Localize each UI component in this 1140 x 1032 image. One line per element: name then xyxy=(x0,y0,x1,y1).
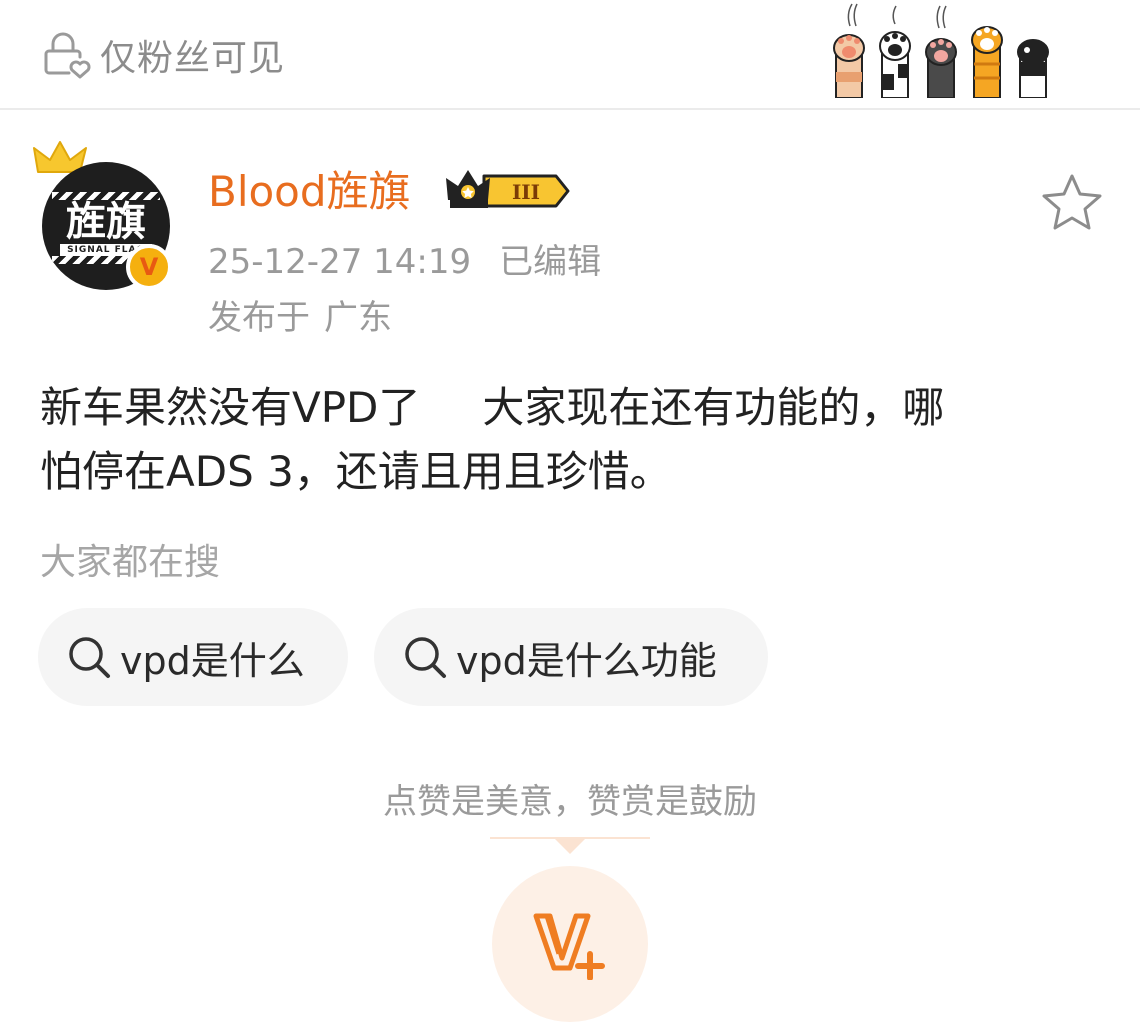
search-chip[interactable]: vpd是什么功能 xyxy=(374,608,768,706)
edited-label[interactable]: 已编辑 xyxy=(499,240,601,284)
author-name[interactable]: Blood旌旗 xyxy=(208,164,411,220)
post-text-part: 怕停在ADS 3，还请且用且珍惜。 xyxy=(40,447,672,496)
post-body: 新车果然没有VPD了 大家现在还有功能的，哪 怕停在ADS 3，还请且用且珍惜。 xyxy=(40,376,1106,504)
visibility-label: 仅粉丝可见 xyxy=(100,38,286,79)
member-level-badge[interactable]: III xyxy=(444,166,572,216)
visibility-indicator: 仅粉丝可见 xyxy=(42,30,285,80)
verified-badge: V xyxy=(126,244,172,290)
weibo-post-page: 仅粉丝可见 旌旗 SIGNAL FLAG V Blood旌旗 III 25-12… xyxy=(0,0,1140,1032)
reward-button[interactable] xyxy=(492,866,648,1022)
avatar-text: 旌旗 xyxy=(66,198,146,245)
search-icon xyxy=(69,637,110,678)
cat-paws-decoration xyxy=(833,3,1049,98)
v-plus-icon xyxy=(533,913,605,980)
post-text-part: 新车果然没有VPD了 xyxy=(40,383,421,432)
location-prefix: 发布于 xyxy=(208,298,310,338)
member-level-text: III xyxy=(512,180,540,204)
search-chip-label: vpd是什么功能 xyxy=(456,638,717,683)
search-chip[interactable]: vpd是什么 xyxy=(38,608,348,706)
reward-pointer xyxy=(490,837,650,854)
search-suggest-title: 大家都在搜 xyxy=(40,542,221,583)
verified-mark: V xyxy=(139,253,159,281)
lock-heart-icon xyxy=(44,32,91,79)
favorite-star-icon[interactable] xyxy=(1040,172,1104,232)
search-chip-label: vpd是什么 xyxy=(120,638,305,683)
visibility-bar: 仅粉丝可见 xyxy=(0,0,1140,110)
post-meta: 25-12-27 14:19 已编辑 xyxy=(208,240,601,284)
post-timestamp: 25-12-27 14:19 xyxy=(208,242,472,282)
post-text-part: 大家现在还有功能的，哪 xyxy=(482,383,945,432)
reward-tip: 点赞是美意，赞赏是鼓励 xyxy=(383,782,757,822)
post-location: 发布于 广东 xyxy=(208,296,392,340)
location-value: 广东 xyxy=(324,298,392,338)
search-icon xyxy=(405,637,446,678)
